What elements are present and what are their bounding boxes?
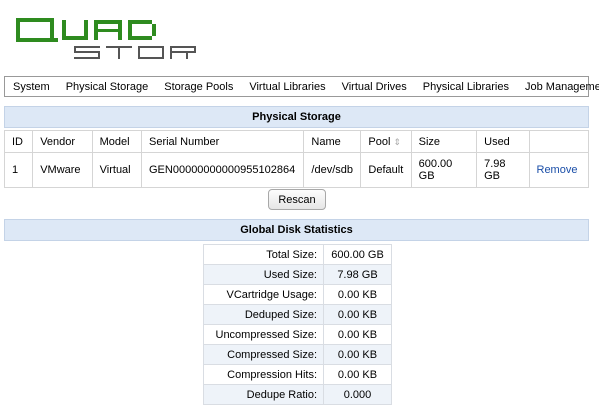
remove-link[interactable]: Remove bbox=[537, 164, 578, 176]
stats-row: Uncompressed Size: 0.00 KB bbox=[203, 324, 392, 345]
nav-item-system[interactable]: System bbox=[5, 81, 58, 93]
stats-row: Deduped Size: 0.00 KB bbox=[203, 304, 392, 325]
stats-label: Compression Hits: bbox=[203, 364, 324, 385]
cell-serial-number: GEN00000000000955102864 bbox=[140, 152, 305, 188]
nav-item-physical-libraries[interactable]: Physical Libraries bbox=[415, 81, 517, 93]
nav-item-virtual-drives[interactable]: Virtual Drives bbox=[334, 81, 415, 93]
sort-icon[interactable]: ⇕ bbox=[393, 137, 401, 147]
physical-storage-title: Physical Storage bbox=[4, 106, 589, 128]
stats-row: Dedupe Ratio: 0.000 bbox=[203, 384, 392, 405]
stats-label: Total Size: bbox=[203, 244, 324, 265]
cell-model: Virtual bbox=[91, 152, 143, 188]
column-header-id[interactable]: ID bbox=[3, 130, 34, 153]
nav-item-virtual-libraries[interactable]: Virtual Libraries bbox=[241, 81, 333, 93]
stats-value: 7.98 GB bbox=[323, 264, 392, 285]
stats-row: VCartridge Usage: 0.00 KB bbox=[203, 284, 392, 305]
stats-label: Dedupe Ratio: bbox=[203, 384, 324, 405]
stats-value: 0.000 bbox=[323, 384, 392, 405]
stats-label: Used Size: bbox=[203, 264, 324, 285]
column-header-name[interactable]: Name bbox=[303, 130, 362, 153]
cell-name: /dev/sdb bbox=[303, 152, 362, 188]
stats-row: Compressed Size: 0.00 KB bbox=[203, 344, 392, 365]
column-header-pool[interactable]: Pool ⇕ bbox=[360, 130, 412, 153]
stats-label: Uncompressed Size: bbox=[203, 324, 324, 345]
column-header-serial-number[interactable]: Serial Number bbox=[140, 130, 305, 153]
main-nav: System Physical Storage Storage Pools Vi… bbox=[4, 76, 599, 97]
stats-row: Used Size: 7.98 GB bbox=[203, 264, 392, 285]
stats-value: 0.00 KB bbox=[323, 304, 392, 325]
nav-item-storage-pools[interactable]: Storage Pools bbox=[156, 81, 241, 93]
cell-pool: Default bbox=[360, 152, 412, 188]
column-header-action bbox=[528, 130, 589, 153]
stats-value: 0.00 KB bbox=[323, 284, 392, 305]
cell-id: 1 bbox=[3, 152, 34, 188]
stats-label: Compressed Size: bbox=[203, 344, 324, 365]
stats-value: 0.00 KB bbox=[323, 344, 392, 365]
nav-item-job-management[interactable]: Job Management bbox=[517, 81, 599, 93]
table-row: 1 VMware Virtual GEN00000000000955102864… bbox=[3, 152, 589, 188]
nav-item-physical-storage[interactable]: Physical Storage bbox=[58, 81, 157, 93]
cell-size: 600.00 GB bbox=[410, 152, 478, 188]
cell-used: 7.98 GB bbox=[476, 152, 530, 188]
stats-row: Total Size: 600.00 GB bbox=[203, 244, 392, 265]
rescan-button[interactable]: Rescan bbox=[268, 189, 326, 210]
stats-value: 600.00 GB bbox=[323, 244, 392, 265]
quadstor-logo bbox=[16, 18, 196, 59]
column-header-vendor[interactable]: Vendor bbox=[32, 130, 93, 153]
stats-label: VCartridge Usage: bbox=[203, 284, 324, 305]
global-stats-title: Global Disk Statistics bbox=[4, 219, 589, 241]
cell-action: Remove bbox=[528, 152, 589, 188]
stats-value: 0.00 KB bbox=[323, 324, 392, 345]
stats-label: Deduped Size: bbox=[203, 304, 324, 325]
global-stats-table: Total Size: 600.00 GB Used Size: 7.98 GB… bbox=[203, 244, 392, 405]
column-header-pool-label: Pool bbox=[368, 135, 391, 148]
column-header-model[interactable]: Model bbox=[91, 130, 143, 153]
stats-value: 0.00 KB bbox=[323, 364, 392, 385]
physical-storage-table: ID Vendor Model Serial Number Name Pool ⇕… bbox=[3, 130, 589, 188]
cell-vendor: VMware bbox=[32, 152, 93, 188]
stats-row: Compression Hits: 0.00 KB bbox=[203, 364, 392, 385]
column-header-size[interactable]: Size bbox=[410, 130, 478, 153]
table-header-row: ID Vendor Model Serial Number Name Pool ⇕… bbox=[3, 130, 589, 153]
column-header-used[interactable]: Used bbox=[476, 130, 530, 153]
